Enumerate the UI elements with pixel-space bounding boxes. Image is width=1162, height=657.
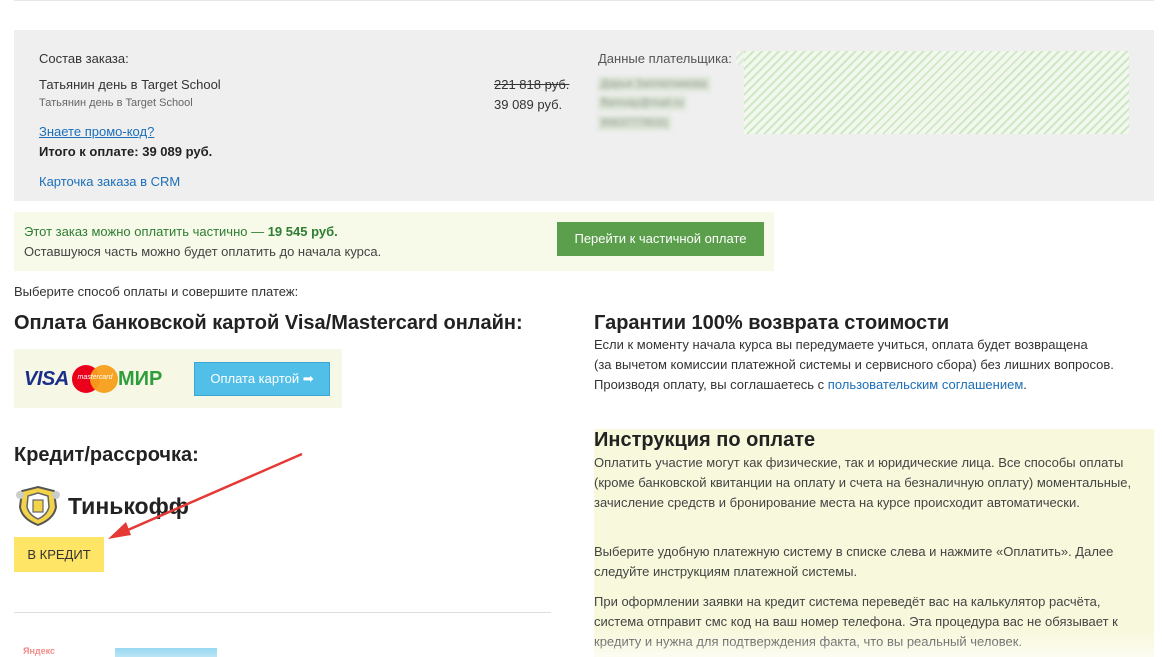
- credit-heading: Кредит/рассрочка:: [14, 444, 199, 466]
- partial-payment-note: Оставшуюся часть можно будет оплатить до…: [24, 244, 382, 259]
- tinkoff-name: Тинькофф: [68, 493, 189, 519]
- order-item-subtitle: Татьянин день в Target School: [39, 97, 193, 109]
- guarantee-line-1: Если к моменту начала курса вы передумае…: [594, 337, 1088, 352]
- order-old-price: 221 818 руб.: [494, 77, 570, 92]
- crm-order-card-link[interactable]: Карточка заказа в CRM: [39, 174, 180, 189]
- card-payment-box: VISA mastercard МИР Оплата картой ➡: [14, 349, 342, 408]
- order-summary-panel: Состав заказа: Татьянин день в Target Sc…: [14, 30, 1154, 201]
- payer-phone: 89637778031: [598, 116, 672, 130]
- user-agreement-link[interactable]: пользовательским соглашением: [828, 377, 1023, 392]
- order-new-price: 39 089 руб.: [494, 97, 563, 112]
- promo-code-link[interactable]: Знаете промо-код?: [39, 124, 154, 139]
- instructions-paragraph-2: Выберите удобную платежную систему в спи…: [594, 544, 1114, 579]
- mir-logo: МИР: [118, 368, 163, 390]
- instructions-heading: Инструкция по оплате: [594, 429, 816, 451]
- partial-payment-prefix: Этот заказ можно оплатить частично —: [24, 224, 268, 239]
- card-pay-button[interactable]: Оплата картой ➡: [194, 362, 330, 396]
- tinkoff-emblem-icon: [16, 485, 60, 527]
- guarantee-line-3: Производя оплату, вы соглашаетесь с поль…: [594, 375, 1149, 395]
- order-total: Итого к оплате: 39 089 руб.: [39, 144, 213, 159]
- guarantee-line-2: (за вычетом комиссии платежной системы и…: [594, 357, 1114, 372]
- partial-payment-banner: Этот заказ можно оплатить частично — 19 …: [14, 212, 774, 271]
- guarantee-text: Если к моменту начала курса вы передумае…: [594, 335, 1149, 395]
- partial-payment-button[interactable]: Перейти к частичной оплате: [557, 222, 764, 256]
- payer-name: Дарья Заплатникова: [598, 77, 710, 91]
- top-divider: [14, 0, 1154, 1]
- choose-payment-text: Выберите способ оплаты и совершите плате…: [14, 284, 299, 299]
- partial-payment-text: Этот заказ можно оплатить частично — 19 …: [24, 224, 338, 239]
- instructions-paragraph-3: При оформлении заявки на кредит система …: [594, 594, 1118, 649]
- yandex-pay-button[interactable]: [115, 648, 217, 657]
- guarantee-heading: Гарантии 100% возврата стоимости: [594, 312, 950, 334]
- partial-payment-amount: 19 545 руб.: [267, 224, 338, 239]
- mastercard-logo: mastercard: [72, 365, 118, 393]
- instructions-paragraph-1: Оплатить участие могут как физические, т…: [594, 455, 1132, 510]
- yandex-logo: Яндекс: [23, 646, 56, 656]
- payer-hatch-decoration-block: [744, 51, 1129, 134]
- instructions-box: Инструкция по оплате Оплатить участие мо…: [594, 429, 1154, 657]
- payer-title: Данные плательщика:: [598, 51, 736, 66]
- visa-logo: VISA: [24, 368, 69, 390]
- section-divider: [14, 612, 551, 613]
- card-payment-heading: Оплата банковской картой Visa/Mastercard…: [14, 312, 523, 334]
- guarantee-line-3-suffix: .: [1023, 377, 1027, 392]
- order-title: Состав заказа:: [39, 51, 129, 66]
- payer-email: ffamvay@mail.ru: [598, 96, 687, 110]
- credit-button[interactable]: В КРЕДИТ: [14, 537, 104, 572]
- mastercard-text: mastercard: [77, 374, 113, 381]
- guarantee-line-3-prefix: Производя оплату, вы соглашаетесь с: [594, 377, 828, 392]
- order-item-name: Татьянин день в Target School: [39, 77, 221, 92]
